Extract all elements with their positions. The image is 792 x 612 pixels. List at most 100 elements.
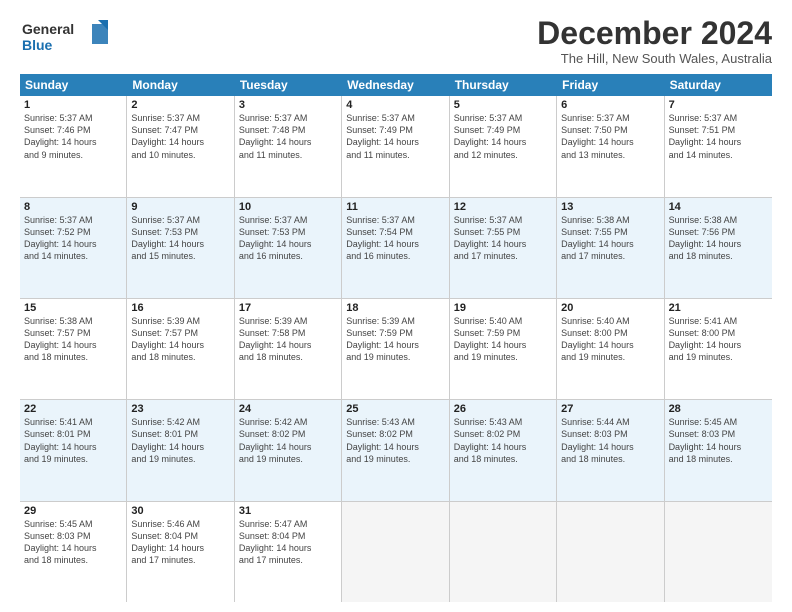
cell-dec7: 7 Sunrise: 5:37 AMSunset: 7:51 PMDayligh… xyxy=(665,96,772,196)
day-number: 16 xyxy=(131,302,229,314)
cell-dec9: 9 Sunrise: 5:37 AMSunset: 7:53 PMDayligh… xyxy=(127,198,234,298)
logo: General Blue xyxy=(20,16,110,66)
week-row-4: 22 Sunrise: 5:41 AMSunset: 8:01 PMDaylig… xyxy=(20,400,772,501)
cell-content: Sunrise: 5:39 AMSunset: 7:58 PMDaylight:… xyxy=(239,315,337,364)
cell-content: Sunrise: 5:46 AMSunset: 8:04 PMDaylight:… xyxy=(131,518,229,567)
header: General Blue December 2024 The Hill, New… xyxy=(20,16,772,66)
day-number: 14 xyxy=(669,201,768,213)
cell-dec16: 16 Sunrise: 5:39 AMSunset: 7:57 PMDaylig… xyxy=(127,299,234,399)
header-saturday: Saturday xyxy=(665,74,772,96)
week-row-3: 15 Sunrise: 5:38 AMSunset: 7:57 PMDaylig… xyxy=(20,299,772,400)
cell-dec11: 11 Sunrise: 5:37 AMSunset: 7:54 PMDaylig… xyxy=(342,198,449,298)
cell-content: Sunrise: 5:37 AMSunset: 7:55 PMDaylight:… xyxy=(454,214,552,263)
cell-dec2: 2 Sunrise: 5:37 AMSunset: 7:47 PMDayligh… xyxy=(127,96,234,196)
calendar-header: Sunday Monday Tuesday Wednesday Thursday… xyxy=(20,74,772,96)
day-number: 5 xyxy=(454,99,552,111)
cell-content: Sunrise: 5:43 AMSunset: 8:02 PMDaylight:… xyxy=(346,416,444,465)
day-number: 9 xyxy=(131,201,229,213)
cell-content: Sunrise: 5:37 AMSunset: 7:54 PMDaylight:… xyxy=(346,214,444,263)
header-sunday: Sunday xyxy=(20,74,127,96)
day-number: 21 xyxy=(669,302,768,314)
day-number: 15 xyxy=(24,302,122,314)
page: General Blue December 2024 The Hill, New… xyxy=(0,0,792,612)
day-number: 7 xyxy=(669,99,768,111)
cell-dec22: 22 Sunrise: 5:41 AMSunset: 8:01 PMDaylig… xyxy=(20,400,127,500)
cell-dec26: 26 Sunrise: 5:43 AMSunset: 8:02 PMDaylig… xyxy=(450,400,557,500)
svg-text:General: General xyxy=(22,21,74,37)
cell-content: Sunrise: 5:37 AMSunset: 7:52 PMDaylight:… xyxy=(24,214,122,263)
header-monday: Monday xyxy=(127,74,234,96)
header-tuesday: Tuesday xyxy=(235,74,342,96)
day-number: 23 xyxy=(131,403,229,415)
cell-content: Sunrise: 5:43 AMSunset: 8:02 PMDaylight:… xyxy=(454,416,552,465)
day-number: 18 xyxy=(346,302,444,314)
cell-dec21: 21 Sunrise: 5:41 AMSunset: 8:00 PMDaylig… xyxy=(665,299,772,399)
cell-dec6: 6 Sunrise: 5:37 AMSunset: 7:50 PMDayligh… xyxy=(557,96,664,196)
day-number: 25 xyxy=(346,403,444,415)
cell-content: Sunrise: 5:41 AMSunset: 8:00 PMDaylight:… xyxy=(669,315,768,364)
cell-content: Sunrise: 5:37 AMSunset: 7:49 PMDaylight:… xyxy=(346,112,444,161)
calendar-body: 1 Sunrise: 5:37 AMSunset: 7:46 PMDayligh… xyxy=(20,96,772,602)
day-number: 19 xyxy=(454,302,552,314)
cell-empty-2 xyxy=(450,502,557,602)
cell-content: Sunrise: 5:37 AMSunset: 7:47 PMDaylight:… xyxy=(131,112,229,161)
cell-dec10: 10 Sunrise: 5:37 AMSunset: 7:53 PMDaylig… xyxy=(235,198,342,298)
svg-text:Blue: Blue xyxy=(22,37,53,53)
cell-dec3: 3 Sunrise: 5:37 AMSunset: 7:48 PMDayligh… xyxy=(235,96,342,196)
cell-dec15: 15 Sunrise: 5:38 AMSunset: 7:57 PMDaylig… xyxy=(20,299,127,399)
cell-dec27: 27 Sunrise: 5:44 AMSunset: 8:03 PMDaylig… xyxy=(557,400,664,500)
cell-dec14: 14 Sunrise: 5:38 AMSunset: 7:56 PMDaylig… xyxy=(665,198,772,298)
cell-dec28: 28 Sunrise: 5:45 AMSunset: 8:03 PMDaylig… xyxy=(665,400,772,500)
cell-dec29: 29 Sunrise: 5:45 AMSunset: 8:03 PMDaylig… xyxy=(20,502,127,602)
cell-content: Sunrise: 5:37 AMSunset: 7:53 PMDaylight:… xyxy=(131,214,229,263)
cell-content: Sunrise: 5:42 AMSunset: 8:02 PMDaylight:… xyxy=(239,416,337,465)
cell-content: Sunrise: 5:45 AMSunset: 8:03 PMDaylight:… xyxy=(24,518,122,567)
cell-content: Sunrise: 5:42 AMSunset: 8:01 PMDaylight:… xyxy=(131,416,229,465)
day-number: 6 xyxy=(561,99,659,111)
day-number: 20 xyxy=(561,302,659,314)
cell-content: Sunrise: 5:37 AMSunset: 7:51 PMDaylight:… xyxy=(669,112,768,161)
day-number: 4 xyxy=(346,99,444,111)
day-number: 11 xyxy=(346,201,444,213)
cell-empty-1 xyxy=(342,502,449,602)
cell-dec18: 18 Sunrise: 5:39 AMSunset: 7:59 PMDaylig… xyxy=(342,299,449,399)
cell-content: Sunrise: 5:37 AMSunset: 7:46 PMDaylight:… xyxy=(24,112,122,161)
week-row-1: 1 Sunrise: 5:37 AMSunset: 7:46 PMDayligh… xyxy=(20,96,772,197)
cell-dec12: 12 Sunrise: 5:37 AMSunset: 7:55 PMDaylig… xyxy=(450,198,557,298)
cell-content: Sunrise: 5:40 AMSunset: 7:59 PMDaylight:… xyxy=(454,315,552,364)
day-number: 17 xyxy=(239,302,337,314)
header-wednesday: Wednesday xyxy=(342,74,449,96)
cell-content: Sunrise: 5:37 AMSunset: 7:53 PMDaylight:… xyxy=(239,214,337,263)
day-number: 3 xyxy=(239,99,337,111)
cell-content: Sunrise: 5:44 AMSunset: 8:03 PMDaylight:… xyxy=(561,416,659,465)
cell-content: Sunrise: 5:40 AMSunset: 8:00 PMDaylight:… xyxy=(561,315,659,364)
cell-dec8: 8 Sunrise: 5:37 AMSunset: 7:52 PMDayligh… xyxy=(20,198,127,298)
cell-dec17: 17 Sunrise: 5:39 AMSunset: 7:58 PMDaylig… xyxy=(235,299,342,399)
cell-dec20: 20 Sunrise: 5:40 AMSunset: 8:00 PMDaylig… xyxy=(557,299,664,399)
day-number: 31 xyxy=(239,505,337,517)
cell-content: Sunrise: 5:37 AMSunset: 7:50 PMDaylight:… xyxy=(561,112,659,161)
day-number: 13 xyxy=(561,201,659,213)
cell-content: Sunrise: 5:38 AMSunset: 7:57 PMDaylight:… xyxy=(24,315,122,364)
title-block: December 2024 The Hill, New South Wales,… xyxy=(537,16,772,66)
cell-empty-3 xyxy=(557,502,664,602)
day-number: 24 xyxy=(239,403,337,415)
header-thursday: Thursday xyxy=(450,74,557,96)
cell-dec23: 23 Sunrise: 5:42 AMSunset: 8:01 PMDaylig… xyxy=(127,400,234,500)
cell-content: Sunrise: 5:39 AMSunset: 7:57 PMDaylight:… xyxy=(131,315,229,364)
cell-dec25: 25 Sunrise: 5:43 AMSunset: 8:02 PMDaylig… xyxy=(342,400,449,500)
day-number: 1 xyxy=(24,99,122,111)
logo-text: General Blue xyxy=(20,16,110,66)
cell-dec4: 4 Sunrise: 5:37 AMSunset: 7:49 PMDayligh… xyxy=(342,96,449,196)
week-row-5: 29 Sunrise: 5:45 AMSunset: 8:03 PMDaylig… xyxy=(20,502,772,602)
location: The Hill, New South Wales, Australia xyxy=(537,51,772,66)
cell-dec19: 19 Sunrise: 5:40 AMSunset: 7:59 PMDaylig… xyxy=(450,299,557,399)
cell-content: Sunrise: 5:39 AMSunset: 7:59 PMDaylight:… xyxy=(346,315,444,364)
header-friday: Friday xyxy=(557,74,664,96)
day-number: 29 xyxy=(24,505,122,517)
day-number: 10 xyxy=(239,201,337,213)
cell-dec24: 24 Sunrise: 5:42 AMSunset: 8:02 PMDaylig… xyxy=(235,400,342,500)
cell-content: Sunrise: 5:41 AMSunset: 8:01 PMDaylight:… xyxy=(24,416,122,465)
day-number: 12 xyxy=(454,201,552,213)
day-number: 30 xyxy=(131,505,229,517)
